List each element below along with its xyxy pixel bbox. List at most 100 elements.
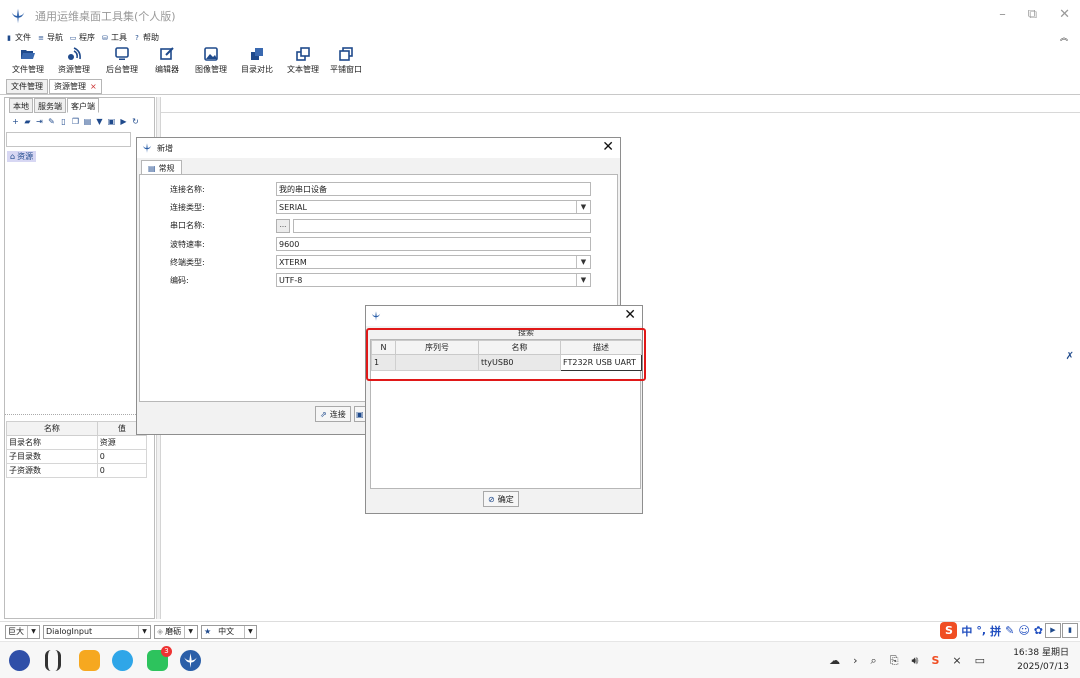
restore-button[interactable]: ⧉ xyxy=(1028,7,1037,22)
clock-date: 2025/07/13 xyxy=(1017,662,1069,672)
menu-nav[interactable]: ≡ 导航 xyxy=(37,32,63,43)
play-icon[interactable]: ▶ xyxy=(1045,623,1061,638)
table-row[interactable]: 子目录数 0 xyxy=(6,449,148,464)
tab-server[interactable]: 服务端 xyxy=(34,98,66,113)
ime-pinyin-toggle[interactable]: 拼 xyxy=(990,623,1001,639)
table-row[interactable]: 子资源数 0 xyxy=(6,463,148,478)
tree-root-label: 资源 xyxy=(17,152,34,161)
resource-search-input[interactable] xyxy=(6,132,131,147)
menu-help[interactable]: ? 帮助 xyxy=(133,32,159,43)
tab-resource-manager[interactable]: 资源管理 × xyxy=(49,79,102,94)
wrench-icon[interactable]: ✗ xyxy=(1066,351,1074,362)
cloud-icon[interactable]: ☁ xyxy=(829,654,840,668)
conn-type-select[interactable]: SERIAL ▼ xyxy=(276,200,591,214)
import-icon[interactable]: ⇥ xyxy=(35,117,44,126)
delete-icon[interactable]: ▯ xyxy=(59,117,68,126)
chevron-down-icon[interactable]: ▼ xyxy=(576,201,590,213)
language-select[interactable]: ★ 中文 ▼ xyxy=(201,624,257,639)
filter-icon[interactable]: ▼ xyxy=(95,117,104,126)
sogou-ime-icon[interactable]: S xyxy=(940,622,958,639)
collapse-up-icon[interactable]: ︽ xyxy=(1060,32,1068,43)
toolbar-backend-manager-label: 后台管理 xyxy=(106,65,138,74)
pen-icon[interactable]: ✎ xyxy=(1005,624,1014,637)
browser-app-icon[interactable] xyxy=(112,650,133,671)
encoding-select[interactable]: UTF-8 ▼ xyxy=(276,273,591,287)
conn-name-input[interactable]: 我的串口设备 xyxy=(276,182,591,196)
stop-icon[interactable]: ▮ xyxy=(1062,623,1078,638)
term-type-select[interactable]: XTERM ▼ xyxy=(276,255,591,269)
toolbar-tile-windows[interactable]: 平铺窗口 xyxy=(326,44,366,80)
port-name-input[interactable] xyxy=(293,219,591,233)
menu-file[interactable]: ▮ 文件 xyxy=(5,32,31,43)
general-tab-icon: ▤ xyxy=(148,163,156,173)
tab-close-icon[interactable]: × xyxy=(90,82,97,91)
toolbar-text-manager[interactable]: 文本管理 xyxy=(280,44,326,80)
tab-client[interactable]: 客户端 xyxy=(67,98,99,113)
ok-button-label: 确定 xyxy=(497,494,514,504)
menu-program[interactable]: ▭ 程序 xyxy=(69,32,95,43)
multitask-icon[interactable] xyxy=(45,650,61,671)
chevron-down-icon: ▼ xyxy=(27,625,39,638)
image-icon xyxy=(204,47,218,61)
window-controls: – ⧉ ✕ xyxy=(999,7,1070,22)
style-select[interactable]: ◈ 磨砺 ▼ xyxy=(154,624,198,639)
ops-tool-app-icon[interactable] xyxy=(180,650,201,671)
minimize-button[interactable]: – xyxy=(999,7,1006,22)
conn-name-label: 连接名称: xyxy=(170,185,205,194)
toolbar-folder-compare[interactable]: 目录对比 xyxy=(234,44,280,80)
app-logo-icon xyxy=(11,8,25,23)
search-icon[interactable]: ⌕ xyxy=(871,654,877,668)
dialog-titlebar: 新增 xyxy=(137,138,620,158)
files-app-icon[interactable] xyxy=(79,650,100,671)
toolbar-editor[interactable]: 编辑器 xyxy=(146,44,188,80)
notification-icon[interactable]: ▭ xyxy=(975,654,985,668)
export-icon[interactable]: ▶ xyxy=(119,117,128,126)
new-folder-icon[interactable]: ▰ xyxy=(23,117,32,126)
window-title: 通用运维桌面工具集(个人版) xyxy=(35,9,176,23)
clipboard-icon[interactable]: ⎘ xyxy=(890,654,899,668)
toolbar-backend-manager[interactable]: 后台管理 xyxy=(98,44,146,80)
menu-tools[interactable]: ⛁ 工具 xyxy=(101,32,127,43)
toolbar-image-manager[interactable]: 图像管理 xyxy=(188,44,234,80)
save-icon[interactable]: ▣ xyxy=(107,117,116,126)
tab-file-manager[interactable]: 文件管理 xyxy=(6,79,48,94)
toolbar-resource-manager[interactable]: 资源管理 xyxy=(50,44,98,80)
clock[interactable]: 16:38 星期日 2025/07/13 xyxy=(1013,646,1069,674)
main-toolbar: 文件管理 资源管理 后台管理 编辑器 图像管理 目录对比 文本管理 平铺窗口 xyxy=(0,44,1080,80)
refresh-icon[interactable]: ↻ xyxy=(131,117,140,126)
font-size-select[interactable]: 巨大 ▼ xyxy=(5,624,40,639)
volume-icon[interactable]: 🔊︎ xyxy=(912,654,919,668)
close-window-button[interactable]: ✕ xyxy=(1059,7,1070,22)
emoji-icon[interactable]: ☺ xyxy=(1018,624,1029,637)
paste-icon[interactable]: ▤ xyxy=(83,117,92,126)
sogou-tray-icon[interactable]: S xyxy=(931,654,939,668)
copy-icon[interactable]: ❐ xyxy=(71,117,80,126)
connect-icon: ⇗ xyxy=(320,409,327,419)
table-row[interactable]: 目录名称 资源 xyxy=(6,435,148,450)
dialog-close-button[interactable]: ✕ xyxy=(624,307,636,323)
pane-splitter[interactable] xyxy=(5,414,154,417)
input-class-select[interactable]: DialogInput ▼ xyxy=(43,624,151,639)
port-browse-button[interactable]: ... xyxy=(276,219,290,233)
toolbar-file-manager[interactable]: 文件管理 xyxy=(6,44,50,80)
chevron-right-icon[interactable]: › xyxy=(853,654,857,668)
resource-icon xyxy=(68,47,81,60)
tree-root-node[interactable]: ⌂ 资源 xyxy=(7,151,37,162)
tab-general[interactable]: ▤ 常规 xyxy=(141,160,182,175)
folder-open-icon xyxy=(21,50,35,59)
chevron-down-icon[interactable]: ▼ xyxy=(576,256,590,268)
network-off-icon[interactable]: ⨯ xyxy=(952,654,961,668)
chevron-down-icon[interactable]: ▼ xyxy=(576,274,590,286)
ime-punct-toggle[interactable]: °, xyxy=(976,624,986,637)
add-icon[interactable]: + xyxy=(11,117,20,126)
ok-button[interactable]: ⊘ 确定 xyxy=(483,491,519,507)
launcher-icon[interactable] xyxy=(9,650,30,671)
chat-app-icon[interactable]: 3 xyxy=(147,646,172,671)
gear-icon[interactable]: ✿ xyxy=(1034,624,1043,637)
ime-chinese-toggle[interactable]: 中 xyxy=(961,623,972,639)
baud-input[interactable]: 9600 xyxy=(276,237,591,251)
dialog-close-button[interactable]: ✕ xyxy=(602,139,614,155)
edit-icon[interactable]: ✎ xyxy=(47,117,56,126)
tab-local[interactable]: 本地 xyxy=(9,98,33,113)
connect-button[interactable]: ⇗ 连接 xyxy=(315,406,351,422)
